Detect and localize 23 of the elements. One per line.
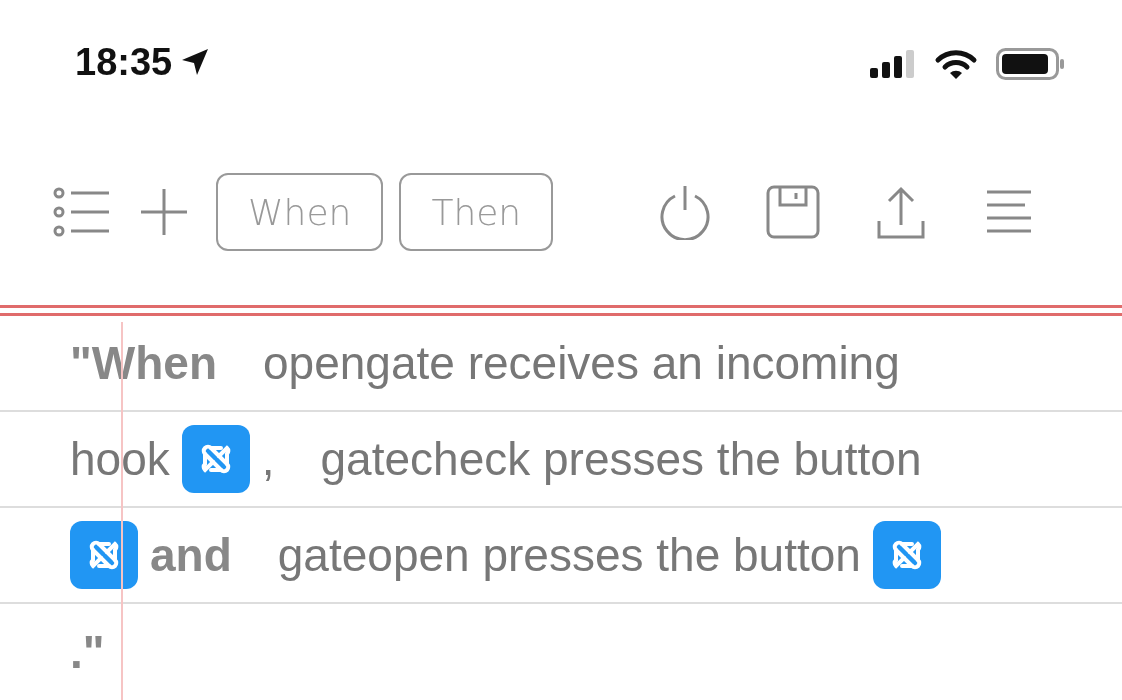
signal-icon [870,50,916,78]
statement-text: gateopen presses the button [277,528,861,582]
keyword-text: and [150,528,232,582]
chip-button[interactable]: When [216,173,384,252]
service-badge[interactable] [181,425,250,493]
service-badge[interactable] [70,521,138,589]
wifi-icon [934,48,978,80]
statement-text: hook [70,432,170,486]
statement-text: opengate receives an incoming [263,336,900,390]
upload-icon [876,185,927,240]
statement-text: gatecheck presses the button [320,432,922,486]
battery-icon [996,48,1066,80]
location-arrow-icon [180,47,211,77]
plus-icon [139,187,189,238]
statement-text: , [261,432,275,486]
keyword-text: ." [70,625,105,679]
chip-button[interactable]: Then [399,173,554,252]
service-badge[interactable] [872,521,941,589]
list-icon [53,187,111,238]
menu-icon [985,189,1034,236]
status-time: 18:35 [75,40,173,85]
keyword-text: "When [70,336,217,390]
power-icon [658,184,713,241]
